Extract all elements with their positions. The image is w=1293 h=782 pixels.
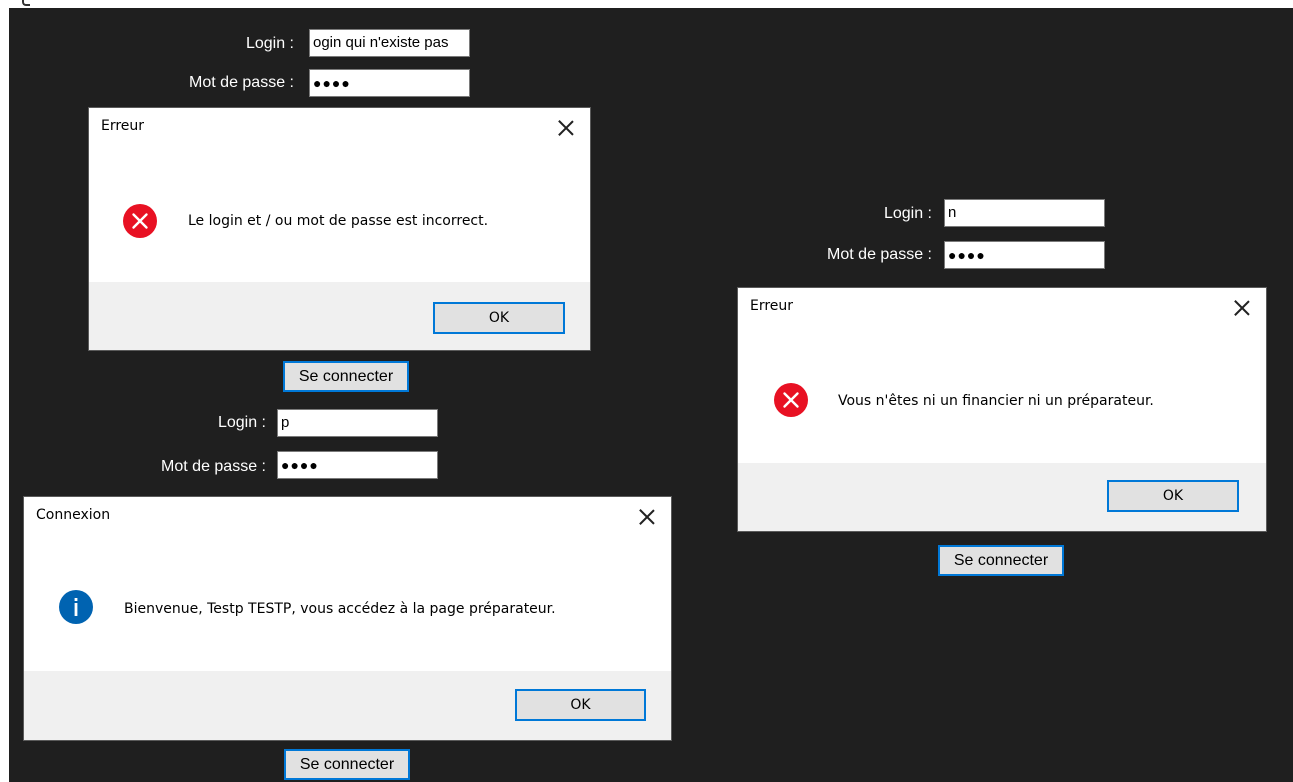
cropped-glyph	[22, 0, 30, 6]
dialog-footer: OK	[24, 671, 671, 740]
login-input[interactable]: p	[277, 409, 438, 437]
login-label: Login :	[883, 205, 932, 222]
close-icon[interactable]	[556, 118, 576, 138]
dialog-title: Erreur	[101, 118, 145, 134]
password-input[interactable]: ●●●●	[944, 241, 1105, 269]
password-input[interactable]: ●●●●	[277, 451, 438, 479]
dialog-title: Erreur	[750, 298, 794, 314]
connect-button[interactable]: Se connecter	[284, 749, 410, 780]
dialog-title: Connexion	[36, 507, 111, 523]
error-dialog-2: Erreur Vous n'êtes ni un financier ni un…	[738, 288, 1266, 531]
password-label: Mot de passe :	[189, 74, 294, 91]
info-dialog: Connexion Bienvenue, Testp TESTP, vous a…	[24, 497, 671, 740]
password-label: Mot de passe :	[827, 246, 932, 263]
connect-button[interactable]: Se connecter	[938, 545, 1064, 576]
info-icon	[59, 590, 93, 624]
login-label: Login :	[217, 414, 266, 431]
close-icon[interactable]	[1232, 298, 1252, 318]
dialog-message: Vous n'êtes ni un financier ni un prépar…	[838, 393, 1154, 409]
login-input[interactable]: ogin qui n'existe pas	[309, 29, 470, 57]
ok-button[interactable]: OK	[433, 302, 565, 334]
error-icon	[123, 204, 157, 238]
top-strip	[0, 0, 1293, 8]
error-dialog-1: Erreur Le login et / ou mot de passe est…	[89, 108, 590, 350]
dialog-footer: OK	[89, 282, 590, 350]
ok-button[interactable]: OK	[515, 689, 646, 721]
password-input[interactable]: ●●●●	[309, 69, 470, 97]
error-icon	[774, 383, 808, 417]
dialog-message: Bienvenue, Testp TESTP, vous accédez à l…	[124, 601, 556, 617]
ok-button[interactable]: OK	[1107, 480, 1239, 512]
close-icon[interactable]	[637, 507, 657, 527]
connect-button[interactable]: Se connecter	[283, 361, 409, 392]
login-input[interactable]: n	[944, 199, 1105, 227]
password-label: Mot de passe :	[161, 458, 266, 475]
dialog-footer: OK	[738, 463, 1266, 531]
login-label: Login :	[245, 35, 294, 52]
dialog-message: Le login et / ou mot de passe est incorr…	[188, 213, 489, 229]
